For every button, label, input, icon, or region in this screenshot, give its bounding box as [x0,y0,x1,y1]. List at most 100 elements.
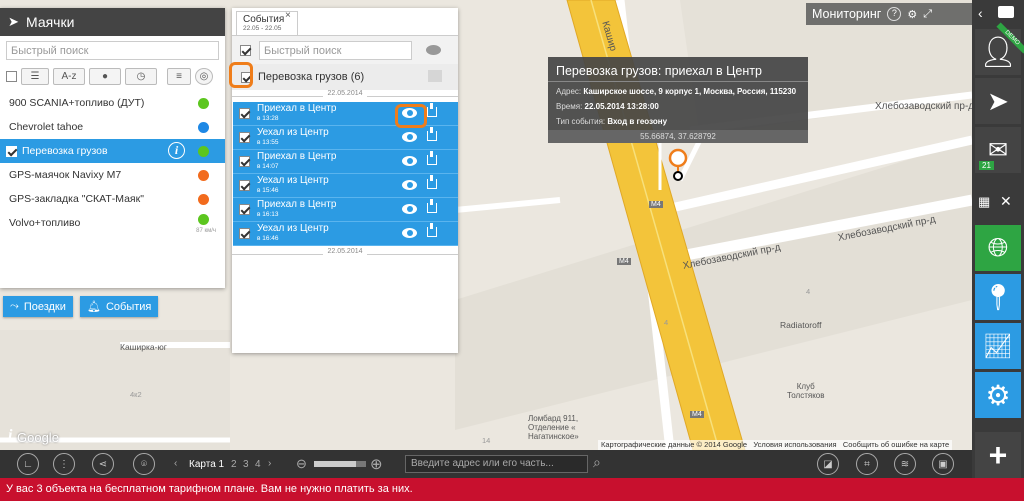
events-search-input[interactable]: Быстрый поиск [259,40,412,60]
bottom-toolbar: ∟ ⋮ ⋖ ⌾ ‹ Карта 1 2 3 4 › ⊖ ⊕ Введите ад… [0,450,972,478]
beacon-item-selected[interactable]: Перевозка грузов i [0,139,225,163]
list-view-button[interactable]: ☰ [21,67,49,85]
address-search-input[interactable]: Введите адрес или его часть... [405,455,588,473]
right-sidebar: ‹ 👤︎ DEMO ➤ ✉ 21 ▦ ✕ 🌐︎ 📍︎ 📈︎ ⚙ + [972,0,1024,478]
road-shield: М4 [690,411,704,418]
eye-icon[interactable] [402,180,417,190]
poi-label: Ломбард 911, Отделение « Нагатинское» [528,414,579,441]
user-profile-button[interactable]: 👤︎ DEMO [975,22,1024,75]
beacon-item[interactable]: Chevrolet tahoe [0,115,225,139]
export-icon[interactable] [427,175,437,189]
terms-link[interactable]: Условия использования [753,440,836,449]
export-icon[interactable] [428,70,442,82]
export-icon[interactable] [427,223,437,237]
status-dot [198,170,209,181]
beacon-item[interactable]: GPS-маячок Navixy M7 [0,163,225,187]
map-tab-4[interactable]: 4 [255,459,261,470]
event-checkbox[interactable] [239,180,250,191]
event-row[interactable]: Уехал из Центр в 13:55 [233,126,458,150]
minimap-icon[interactable]: ▣ [932,453,954,475]
pin-icon[interactable]: ⌾ [133,453,155,475]
navigation-arrow-icon: ➤ [987,85,1009,116]
zoom-in-icon[interactable]: ⊕ [370,455,383,473]
building-number: 4 [664,318,669,327]
zoom-slider[interactable] [314,461,366,467]
layers-icon[interactable]: ≋ [894,453,916,475]
export-icon[interactable] [427,151,437,165]
event-checkbox[interactable] [239,108,250,119]
globe-button[interactable]: ◎ [195,67,213,85]
tooltip-address: Каширское шоссе, 9 корпус 1, Москва, Рос… [583,87,797,96]
beacons-search-input[interactable]: Быстрый поиск [6,41,219,60]
share-icon[interactable]: ⋖ [92,453,114,475]
ruler-icon[interactable]: ∟ [17,453,39,475]
eye-icon[interactable] [402,228,417,238]
eye-icon[interactable] [426,45,441,55]
beacon-item[interactable]: Volvo+топливо 87 км/ч [0,211,225,235]
report-link[interactable]: Сообщить об ошибке на карте [843,440,949,449]
event-row[interactable]: Уехал из Центр в 16:46 [233,222,458,246]
export-icon[interactable] [427,199,437,213]
traffic-icon[interactable]: ⋮ [53,453,75,475]
next-map-icon[interactable]: › [268,458,271,469]
export-icon[interactable] [427,103,437,117]
road-shield: М4 [649,201,663,208]
map-tab-2[interactable]: 2 [231,459,237,470]
event-row[interactable]: Уехал из Центр в 15:46 [233,174,458,198]
reports-button[interactable]: 📈︎ [975,323,1021,369]
messages-button[interactable]: ✉ 21 [975,127,1021,173]
info-icon[interactable]: i [168,142,185,159]
search-icon[interactable]: ⌕ [593,454,601,471]
event-checkbox[interactable] [239,132,250,143]
eye-icon[interactable] [402,156,417,166]
crop-icon[interactable]: ⌗ [856,453,878,475]
events-button[interactable]: 🔔︎ События [80,296,159,317]
sort-az-button[interactable]: A-z [53,67,85,85]
settings-icon[interactable]: ⚙ [907,8,917,21]
help-icon[interactable]: ? [887,7,902,21]
highlight-box [395,104,427,128]
geofence-button[interactable]: 📍︎ [975,274,1021,320]
beacon-item[interactable]: GPS-закладка "СКАТ-Маяк" [0,187,225,211]
eraser-icon[interactable]: ◪ [817,453,839,475]
event-row[interactable]: Приехал в Центр в 16:13 [233,198,458,222]
add-button[interactable]: + [975,432,1021,478]
fullscreen-icon[interactable]: ⤢ [923,8,932,21]
layout-icon[interactable]: ▦ [978,194,990,210]
beacons-toolbar: ☰ A-z ● ◷ ≡ ◎ [0,65,225,87]
map-button[interactable]: 🌐︎ [975,225,1021,271]
settings-button[interactable]: ⚙ [975,372,1021,418]
poi-label: Клуб Толстяков [787,382,825,400]
gears-icon: ⚙ [985,379,1011,411]
eye-icon[interactable] [402,204,417,214]
export-icon[interactable] [427,127,437,141]
event-checkbox[interactable] [239,228,250,239]
prev-map-icon[interactable]: ‹ [174,458,177,469]
select-all-events-checkbox[interactable] [240,44,251,56]
collapse-icon[interactable]: ‹ [978,5,983,21]
zoom-out-icon[interactable]: ⊖ [296,456,307,472]
building-number: 4к2 [130,390,142,399]
event-row[interactable]: Приехал в Центр в 14:07 [233,150,458,174]
sort-status-button[interactable]: ● [89,67,121,85]
info-icon[interactable]: i [8,427,12,445]
beacon-item[interactable]: 900 SCANIA+топливо (ДУТ) [0,91,225,115]
eye-icon[interactable] [402,132,417,142]
map-tab-3[interactable]: 3 [243,459,249,470]
filter-settings-button[interactable]: ≡ [167,67,191,85]
event-group[interactable]: Перевозка грузов (6) [232,64,458,90]
event-checkbox[interactable] [239,156,250,167]
sort-speed-button[interactable]: ◷ [125,67,157,85]
close-icon[interactable]: ✕ [1000,193,1012,210]
beacon-checkbox[interactable] [6,145,17,157]
map-tab-1[interactable]: Карта 1 [189,459,224,470]
chat-icon[interactable] [998,6,1014,18]
close-tab-icon[interactable]: × [285,10,291,21]
event-checkbox[interactable] [239,204,250,215]
beacons-header: ➤ Маячки [0,8,225,36]
select-all-checkbox[interactable] [6,70,17,82]
highlight-box [229,62,253,88]
navigate-button[interactable]: ➤ [975,78,1021,124]
building-number: 4 [806,287,811,296]
trips-button[interactable]: ⤳ Поездки [3,296,73,317]
